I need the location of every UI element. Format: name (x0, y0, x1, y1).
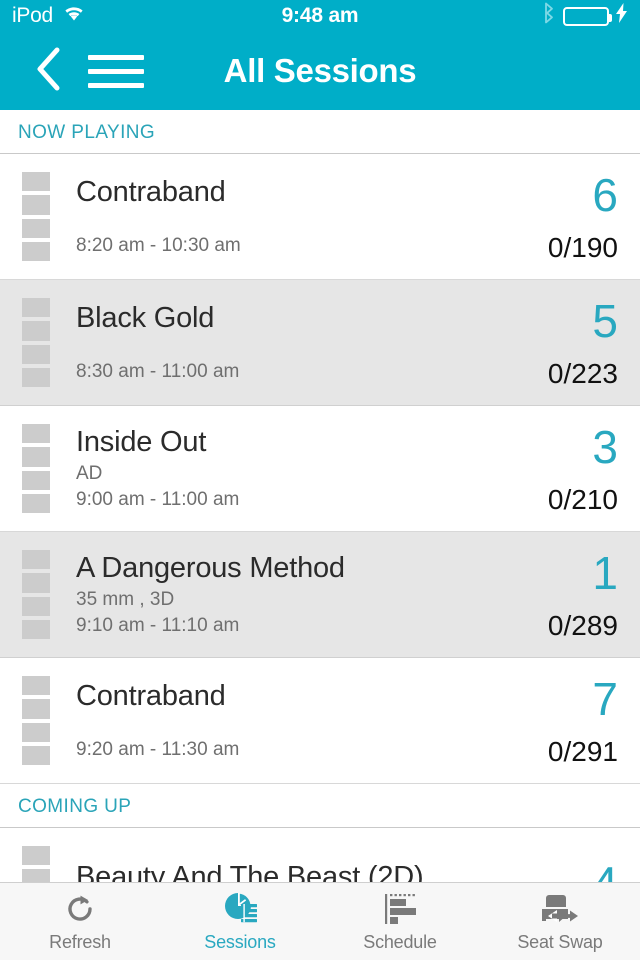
screen-number: 6 (592, 168, 618, 221)
row-right: 5 0/223 (490, 280, 640, 405)
seats-count: 0/223 (547, 357, 618, 389)
back-button[interactable] (26, 47, 70, 95)
sessions-icon (221, 890, 259, 928)
seats-count: 0/190 (547, 231, 618, 263)
seat-indicator-bars (22, 676, 50, 765)
row-main: Contraband 8:20 am - 10:30 am (50, 154, 490, 279)
row-right: 7 0/291 (490, 658, 640, 783)
table-row[interactable]: Contraband 9:20 am - 11:30 am 7 0/291 (0, 658, 640, 784)
tab-label: Schedule (363, 932, 437, 952)
seat-indicator-bars (22, 298, 50, 387)
tab-refresh[interactable]: Refresh (0, 883, 160, 960)
row-right: 4 (490, 828, 640, 883)
status-bar: iPod 9:48 am (0, 0, 640, 32)
row-main: Beauty And The Beast (2D) (50, 828, 490, 882)
session-format: 35 mm , 3D (76, 589, 175, 611)
tab-label: Refresh (49, 932, 111, 952)
seat-indicator-bars (22, 172, 50, 261)
seat-indicator-bars (22, 424, 50, 513)
session-title: Contraband (76, 680, 226, 713)
screen-number: 7 (592, 672, 618, 725)
refresh-icon (62, 890, 98, 928)
row-right: 6 0/190 (490, 154, 640, 279)
tab-seat-swap[interactable]: Seat Swap (480, 883, 640, 960)
session-time: 9:10 am - 11:10 am (76, 615, 240, 637)
section-header-now-playing: NOW PLAYING (0, 110, 640, 154)
menu-button[interactable] (88, 47, 144, 95)
session-time: 8:30 am - 11:00 am (76, 360, 240, 382)
navigation-bar: All Sessions (0, 32, 640, 110)
chevron-left-icon (33, 46, 63, 97)
battery-icon (563, 6, 612, 26)
screen-number: 1 (592, 546, 618, 599)
table-row[interactable]: A Dangerous Method 35 mm , 3D 9:10 am - … (0, 532, 640, 658)
seats-count: 0/291 (547, 735, 618, 767)
tab-schedule[interactable]: Schedule (320, 883, 480, 960)
row-main: Contraband 9:20 am - 11:30 am (50, 658, 490, 783)
hamburger-menu-icon (88, 54, 144, 60)
tab-bar: Refresh Sessions Schedule Seat Swap (0, 882, 640, 960)
seat-swap-icon (539, 890, 581, 928)
table-row[interactable]: Black Gold 8:30 am - 11:00 am 5 0/223 (0, 280, 640, 406)
table-row[interactable]: Contraband 8:20 am - 10:30 am 6 0/190 (0, 154, 640, 280)
session-format: AD (76, 463, 103, 485)
session-title: Black Gold (76, 302, 215, 335)
app-root: iPod 9:48 am All Sessions NOW PLAYING Co… (0, 0, 640, 960)
sessions-list[interactable]: NOW PLAYING Contraband 8:20 am - 10:30 a… (0, 110, 640, 882)
section-header-coming-up: COMING UP (0, 784, 640, 828)
session-time: 9:00 am - 11:00 am (76, 489, 240, 511)
session-title: Contraband (76, 176, 226, 209)
seats-count: 0/289 (547, 609, 618, 641)
charging-bolt-icon (616, 3, 628, 29)
bluetooth-icon (542, 2, 556, 30)
status-bar-left: iPod (12, 4, 86, 28)
session-time: 9:20 am - 11:30 am (76, 738, 240, 760)
row-main: A Dangerous Method 35 mm , 3D 9:10 am - … (50, 532, 490, 657)
table-row[interactable]: Inside Out AD 9:00 am - 11:00 am 3 0/210 (0, 406, 640, 532)
row-right: 1 0/289 (490, 532, 640, 657)
row-main: Black Gold 8:30 am - 11:00 am (50, 280, 490, 405)
session-title: Inside Out (76, 425, 207, 458)
session-title: A Dangerous Method (76, 551, 345, 584)
screen-number: 4 (592, 860, 618, 883)
row-main: Inside Out AD 9:00 am - 11:00 am (50, 406, 490, 531)
tab-label: Sessions (204, 932, 276, 952)
seats-count: 0/210 (547, 483, 618, 515)
tab-sessions[interactable]: Sessions (160, 883, 320, 960)
wifi-icon (62, 4, 86, 28)
row-right: 3 0/210 (490, 406, 640, 531)
table-row[interactable]: Beauty And The Beast (2D) 4 (0, 828, 640, 882)
status-bar-right (542, 2, 628, 30)
session-time: 8:20 am - 10:30 am (76, 234, 241, 256)
session-title: Beauty And The Beast (2D) (76, 860, 424, 882)
tab-label: Seat Swap (517, 932, 603, 952)
schedule-icon (381, 890, 419, 928)
carrier-label: iPod (12, 4, 53, 27)
seat-indicator-bars (22, 846, 50, 882)
screen-number: 3 (592, 420, 618, 473)
screen-number: 5 (592, 294, 618, 347)
seat-indicator-bars (22, 550, 50, 639)
